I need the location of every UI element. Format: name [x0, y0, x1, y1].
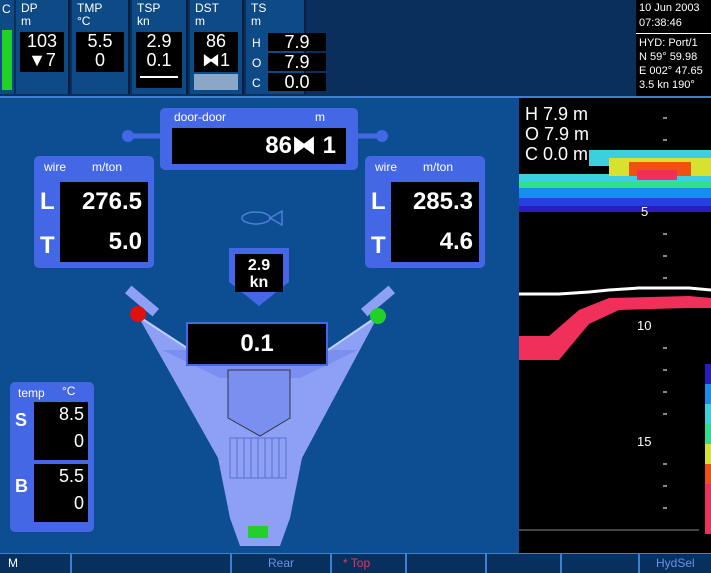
- dp-label: DP m: [21, 1, 38, 28]
- dp-cell[interactable]: DP m 103 ▼7: [16, 0, 70, 94]
- status-bar: M Rear * Top HydSel: [0, 553, 711, 573]
- door-door-label: door-door: [174, 110, 227, 124]
- dst-gauge: [194, 74, 238, 90]
- headrope-height-box[interactable]: 0.1: [186, 322, 328, 366]
- speed-unit: kn: [249, 274, 269, 291]
- temp-unit: °C: [62, 384, 76, 398]
- tmp-value: 5.5: [87, 31, 113, 51]
- info-time: 07:38:46: [639, 17, 682, 29]
- wire-right-l-key: L: [371, 188, 386, 215]
- wire-left-panel[interactable]: wire m/ton L 276.5 T 5.0: [34, 156, 154, 268]
- info-hydrophone: HYD: Port/1: [639, 37, 698, 49]
- echogram-h: H 7.9 m: [525, 104, 589, 124]
- wire-right-length: 285.3: [391, 182, 479, 222]
- tmp-value-box: 5.5 0: [76, 32, 124, 72]
- wire-right-label: wire: [375, 160, 398, 174]
- dst-sub-value: ⧓1: [201, 50, 230, 70]
- info-speed-heading: 3.5 kn 190°: [639, 79, 695, 91]
- door-right-node: [376, 130, 388, 142]
- tsp-underline: [140, 76, 178, 78]
- temp-s-value: 8.5: [58, 404, 84, 424]
- c-indicator[interactable]: C: [0, 0, 14, 94]
- temp-label: temp: [18, 386, 45, 400]
- dp-value: 103: [26, 31, 58, 51]
- wire-left-label: wire: [44, 160, 67, 174]
- wire-left-t-key: T: [40, 232, 55, 259]
- status-mode[interactable]: M: [8, 556, 18, 570]
- info-divider: [636, 33, 711, 34]
- port-light: [130, 306, 146, 322]
- trawl-view: door-door m 86⧓ 1 wire m/ton L 276.5 T 5…: [0, 98, 519, 553]
- catch-indicator: [248, 526, 268, 538]
- starboard-light: [370, 308, 386, 324]
- ts-label: TS m: [251, 1, 267, 28]
- door-door-unit: m: [315, 110, 325, 124]
- c-label: C: [2, 2, 11, 16]
- status-rear-button[interactable]: Rear: [268, 556, 294, 570]
- echogram-panel[interactable]: H 7.9 m O 7.9 m C 0.0 m 5 10 15: [519, 98, 711, 553]
- ts-row-h-key: H: [252, 36, 261, 50]
- headrope-height-value: 0.1: [236, 330, 278, 357]
- tmp-label: TMP °C: [77, 1, 103, 28]
- tsp-value: 2.9: [146, 31, 172, 51]
- temp-b-value: 5.5: [58, 466, 84, 486]
- codend-grid: [229, 437, 287, 479]
- temp-panel[interactable]: temp °C S 8.5 0 B 5.5 0: [10, 382, 94, 532]
- dp-sub-value: ▼7: [28, 50, 56, 70]
- ts-row-c-value: 0.0: [268, 73, 326, 91]
- door-left-node: [122, 130, 134, 142]
- echogram-graphic: [519, 117, 711, 534]
- wire-left-l-key: L: [40, 188, 55, 215]
- tsp-cell[interactable]: TSP kn 2.9 0.1: [132, 0, 188, 94]
- tsp-label: TSP kn: [137, 1, 161, 28]
- speed-value: 2.9: [247, 257, 271, 274]
- dst-value: 86: [205, 31, 227, 51]
- top-bar: C DP m 103 ▼7 TMP °C 5.5 0 TSP kn 2.9 0.…: [0, 0, 711, 96]
- door-door-value: 86⧓ 1: [172, 128, 346, 164]
- status-top-button[interactable]: * Top: [343, 556, 370, 570]
- echogram-c: C 0.0 m: [525, 144, 589, 164]
- depth-label-10: 10: [637, 318, 652, 333]
- info-date: 10 Jun 2003: [639, 2, 700, 14]
- nav-info-panel: 10 Jun 2003 07:38:46 HYD: Port/1 N 59° 5…: [636, 0, 711, 96]
- ts-row-c-key: C: [252, 76, 261, 90]
- ts-row-o-key: O: [252, 56, 262, 70]
- tsp-sub-value: 0.1: [146, 50, 172, 70]
- tmp-sub-value: 0: [94, 50, 105, 70]
- echogram-readout: H 7.9 m O 7.9 m C 0.0 m: [525, 104, 589, 164]
- temp-s-key: S: [15, 410, 28, 430]
- speed-readout: 2.9 kn: [235, 257, 283, 291]
- wire-right-unit: m/ton: [423, 160, 454, 174]
- c-level-bar: [2, 30, 12, 90]
- door-door-panel[interactable]: door-door m 86⧓ 1: [160, 108, 358, 170]
- wire-right-t-key: T: [371, 232, 386, 259]
- fish-icon: [241, 209, 283, 227]
- dst-label: DST m: [195, 1, 219, 28]
- temp-b-sub-value: 0: [73, 493, 84, 513]
- temp-b-key: B: [15, 476, 28, 496]
- dst-value-box: 86 ⧓1: [194, 32, 238, 72]
- dp-value-box: 103 ▼7: [20, 32, 64, 72]
- wire-left-length: 276.5: [60, 182, 148, 222]
- temp-b-box: 5.5 0: [34, 464, 88, 522]
- echogram-o: O 7.9 m: [525, 124, 590, 144]
- temp-s-sub-value: 0: [73, 431, 84, 451]
- wire-right-panel[interactable]: wire m/ton L 285.3 T 4.6: [365, 156, 485, 268]
- depth-label-15: 15: [637, 434, 652, 449]
- ts-row-h-value: 7.9: [268, 33, 326, 51]
- info-longitude: E 002° 47.65: [639, 65, 703, 77]
- info-latitude: N 59° 59.98: [639, 51, 698, 63]
- tmp-cell[interactable]: TMP °C 5.5 0: [72, 0, 130, 94]
- wire-right-tension: 4.6: [391, 222, 479, 262]
- wire-left-unit: m/ton: [92, 160, 123, 174]
- temp-s-box: 8.5 0: [34, 402, 88, 460]
- dst-cell[interactable]: DST m 86 ⧓1: [190, 0, 244, 94]
- ts-row-o-value: 7.9: [268, 53, 326, 71]
- depth-label-5: 5: [641, 204, 649, 219]
- status-hydsel-button[interactable]: HydSel: [656, 556, 695, 570]
- ts-cell[interactable]: TS m H 7.9 O 7.9 C 0.0: [246, 0, 326, 94]
- tsp-value-box: 2.9 0.1: [136, 32, 182, 88]
- sonar-display: { "topbar": { "c_label": "C", "dp": {"la…: [0, 0, 711, 573]
- wire-left-tension: 5.0: [60, 222, 148, 262]
